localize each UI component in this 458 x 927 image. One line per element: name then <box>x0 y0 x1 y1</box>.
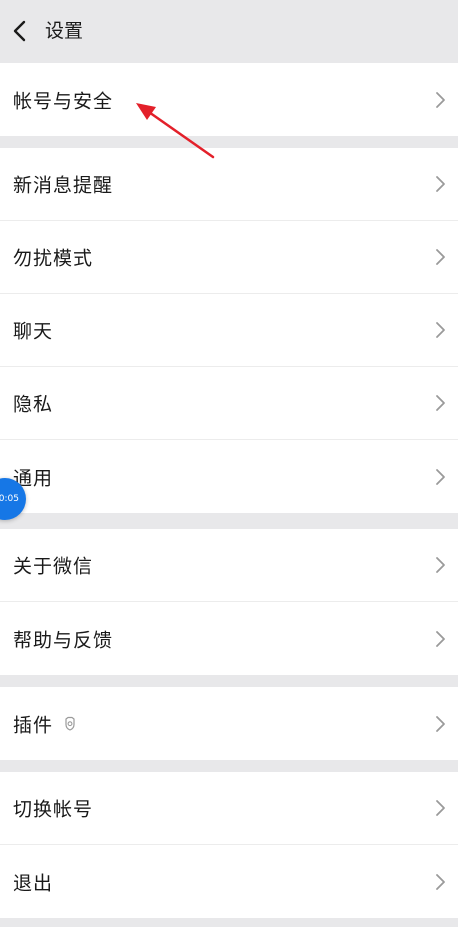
setting-item-label: 帮助与反馈 <box>13 629 114 651</box>
setting-item-account-security[interactable]: 帐号与安全 <box>0 63 458 136</box>
setting-item-chat[interactable]: 聊天 <box>0 294 458 367</box>
page-title: 设置 <box>45 20 84 42</box>
setting-item-logout[interactable]: 退出 <box>0 845 458 918</box>
setting-item-help-feedback[interactable]: 帮助与反馈 <box>0 602 458 675</box>
chevron-right-icon <box>436 873 445 890</box>
setting-item-label: 关于微信 <box>13 555 94 578</box>
setting-item-switch-account[interactable]: 切换帐号 <box>0 772 458 845</box>
settings-group-session: 切换帐号 退出 <box>0 772 458 918</box>
setting-item-about-wechat[interactable]: 关于微信 <box>0 529 458 602</box>
setting-item-do-not-disturb[interactable]: 勿扰模式 <box>0 221 458 294</box>
settings-group-general: 新消息提醒 勿扰模式 聊天 隐私 通用 <box>0 148 458 513</box>
floating-timer-text: 0:05 <box>0 494 19 504</box>
setting-item-label: 退出 <box>13 872 54 894</box>
chevron-right-icon <box>436 630 445 647</box>
setting-item-new-message[interactable]: 新消息提醒 <box>0 148 458 221</box>
setting-item-privacy[interactable]: 隐私 <box>0 367 458 440</box>
setting-item-label-wrap: 插件 <box>13 710 78 737</box>
chevron-right-icon <box>436 322 445 338</box>
chevron-right-icon <box>436 468 445 485</box>
setting-item-label: 切换帐号 <box>13 798 94 821</box>
chevron-right-icon <box>436 176 445 192</box>
setting-item-label: 聊天 <box>13 320 54 343</box>
settings-group-plugins: 插件 <box>0 687 458 760</box>
chevron-right-icon <box>436 715 445 732</box>
setting-item-label: 勿扰模式 <box>13 247 94 270</box>
chevron-right-icon <box>436 249 445 265</box>
chevron-right-icon <box>436 557 445 573</box>
setting-item-general[interactable]: 通用 <box>0 440 458 513</box>
settings-group-account: 帐号与安全 <box>0 63 458 136</box>
chevron-left-icon <box>13 20 26 42</box>
nav-bar: 设置 <box>0 0 458 63</box>
setting-item-label: 插件 <box>13 714 54 736</box>
plugin-shield-icon <box>65 716 75 731</box>
chevron-right-icon <box>436 395 445 411</box>
setting-item-plugins[interactable]: 插件 <box>0 687 458 760</box>
setting-item-label: 隐私 <box>13 393 54 416</box>
settings-group-about: 关于微信 帮助与反馈 <box>0 529 458 675</box>
setting-item-label: 帐号与安全 <box>13 90 114 112</box>
setting-item-label: 新消息提醒 <box>13 174 114 197</box>
chevron-right-icon <box>436 91 445 108</box>
back-button[interactable] <box>6 16 34 46</box>
chevron-right-icon <box>436 800 445 816</box>
